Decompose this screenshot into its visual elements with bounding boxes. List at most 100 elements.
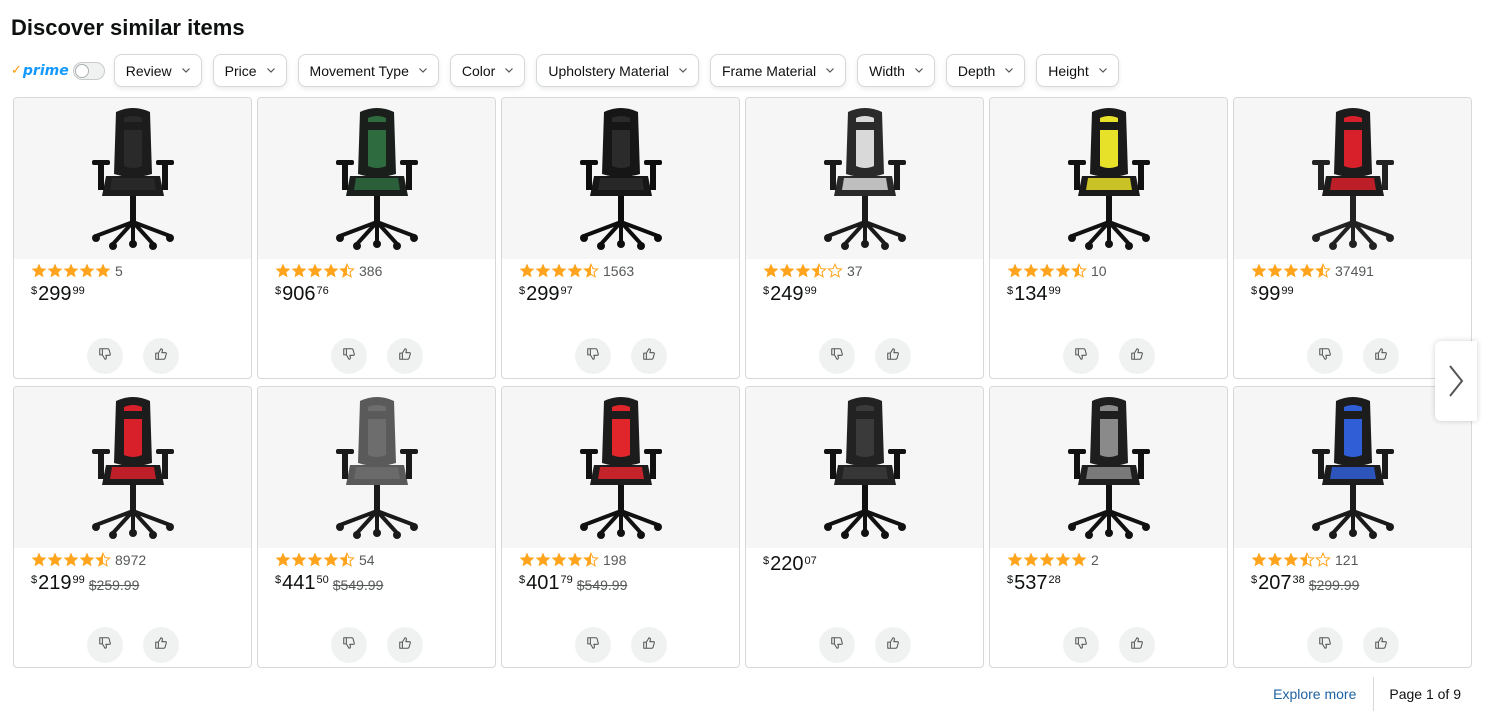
thumbs-down-button[interactable] xyxy=(330,627,367,663)
product-card[interactable]: 37491 $99 99 xyxy=(1233,97,1472,379)
rating-row[interactable]: 54 xyxy=(275,551,495,568)
rating-row[interactable]: 37 xyxy=(763,262,983,279)
filter-depth[interactable]: Depth xyxy=(945,54,1026,87)
filter-label: Price xyxy=(224,62,257,79)
thumbs-up-button[interactable] xyxy=(630,627,667,663)
price: $220 07 xyxy=(763,553,983,577)
thumbs-down-button[interactable] xyxy=(1306,627,1343,663)
rating-row[interactable]: 1563 xyxy=(519,262,739,279)
next-page-button[interactable] xyxy=(1435,341,1477,421)
thumbs-down-button[interactable] xyxy=(1062,627,1099,663)
chevron-down-icon xyxy=(1004,66,1014,76)
rating-row[interactable]: 2 xyxy=(1007,551,1227,568)
thumbs-down-button[interactable] xyxy=(574,338,611,374)
thumbs-up-button[interactable] xyxy=(630,338,667,374)
product-card[interactable]: 198 $401 79 $549.99 xyxy=(501,386,740,668)
thumbs-up-button[interactable] xyxy=(1362,627,1399,663)
price-whole: 99 xyxy=(1258,283,1281,305)
product-card[interactable]: 5 $299 99 xyxy=(13,97,252,379)
product-card[interactable]: 37 $249 99 xyxy=(745,97,984,379)
thumbs-up-button[interactable] xyxy=(1362,338,1399,374)
product-image[interactable] xyxy=(502,387,739,548)
thumbs-up-button[interactable] xyxy=(386,627,423,663)
filter-label: Frame Material xyxy=(721,62,817,79)
feedback-actions xyxy=(258,338,495,374)
filter-label: Depth xyxy=(957,62,996,79)
rating-row[interactable]: 386 xyxy=(275,262,495,279)
product-image[interactable] xyxy=(746,387,983,548)
feedback-actions xyxy=(746,627,983,663)
thumbs-down-button[interactable] xyxy=(330,338,367,374)
product-card[interactable]: 54 $441 50 $549.99 xyxy=(257,386,496,668)
list-price: $299.99 xyxy=(1308,577,1360,593)
thumbs-down-icon xyxy=(1074,636,1088,655)
product-image[interactable] xyxy=(1234,98,1471,259)
filter-movement-type[interactable]: Movement Type xyxy=(297,54,439,87)
product-meta: 37491 $99 99 xyxy=(1234,259,1471,307)
thumbs-up-button[interactable] xyxy=(874,338,911,374)
thumbs-up-icon xyxy=(1130,347,1144,366)
price-whole: 537 xyxy=(1014,572,1048,594)
thumbs-up-button[interactable] xyxy=(874,627,911,663)
rating-row[interactable]: 5 xyxy=(31,262,251,279)
thumbs-up-button[interactable] xyxy=(142,627,179,663)
filter-width[interactable]: Width xyxy=(857,54,935,87)
prime-filter[interactable]: ✓ prime xyxy=(11,61,105,80)
thumbs-down-button[interactable] xyxy=(818,338,855,374)
rating-row[interactable]: 37491 xyxy=(1251,262,1471,279)
product-card[interactable]: 121 $207 38 $299.99 xyxy=(1233,386,1472,668)
section-title: Discover similar items xyxy=(11,15,245,40)
filter-frame-material[interactable]: Frame Material xyxy=(709,54,847,87)
thumbs-down-button[interactable] xyxy=(574,627,611,663)
thumbs-down-button[interactable] xyxy=(1062,338,1099,374)
product-card[interactable]: 386 $906 76 xyxy=(257,97,496,379)
product-image[interactable] xyxy=(502,98,739,259)
product-card[interactable]: 1563 $299 97 xyxy=(501,97,740,379)
thumbs-down-button[interactable] xyxy=(86,627,123,663)
thumbs-down-button[interactable] xyxy=(818,627,855,663)
star-rating-icon xyxy=(1007,262,1087,279)
product-card[interactable]: 2 $537 28 xyxy=(989,386,1228,668)
thumbs-up-icon xyxy=(398,636,412,655)
star-rating-icon xyxy=(763,262,843,279)
rating-row[interactable]: 198 xyxy=(519,551,739,568)
star-rating-icon xyxy=(519,262,599,279)
product-image[interactable] xyxy=(14,387,251,548)
filter-color[interactable]: Color xyxy=(449,54,526,87)
feedback-actions xyxy=(258,627,495,663)
review-count: 121 xyxy=(1335,551,1359,568)
thumbs-up-button[interactable] xyxy=(1118,627,1155,663)
thumbs-down-button[interactable] xyxy=(86,338,123,374)
thumbs-up-icon xyxy=(642,347,656,366)
product-image[interactable] xyxy=(14,98,251,259)
product-meta: 37 $249 99 xyxy=(746,259,983,307)
thumbs-up-button[interactable] xyxy=(142,338,179,374)
rating-row[interactable]: 8972 xyxy=(31,551,251,568)
price-fraction: 99 xyxy=(1048,285,1061,297)
product-image[interactable] xyxy=(746,98,983,259)
product-image[interactable] xyxy=(258,98,495,259)
filter-price[interactable]: Price xyxy=(212,54,287,87)
product-card[interactable]: 10 $134 99 xyxy=(989,97,1228,379)
price-fraction: 99 xyxy=(72,285,85,297)
rating-row[interactable]: 10 xyxy=(1007,262,1227,279)
filter-review[interactable]: Review xyxy=(113,54,202,87)
price: $99 99 xyxy=(1251,283,1471,307)
product-image[interactable] xyxy=(990,98,1227,259)
product-card[interactable]: 8972 $219 99 $259.99 xyxy=(13,386,252,668)
prime-toggle[interactable] xyxy=(72,61,105,80)
product-image[interactable] xyxy=(258,387,495,548)
filter-height[interactable]: Height xyxy=(1036,54,1119,87)
thumbs-up-button[interactable] xyxy=(386,338,423,374)
chevron-right-icon xyxy=(1449,365,1464,397)
product-card[interactable]: $220 07 xyxy=(745,386,984,668)
rating-row[interactable]: 121 xyxy=(1251,551,1471,568)
product-image[interactable] xyxy=(990,387,1227,548)
thumbs-up-button[interactable] xyxy=(1118,338,1155,374)
filter-label: Movement Type xyxy=(309,62,409,79)
filter-upholstery-material[interactable]: Upholstery Material xyxy=(536,54,699,87)
explore-more-link[interactable]: Explore more xyxy=(1273,686,1373,702)
review-count: 198 xyxy=(603,551,627,568)
thumbs-down-button[interactable] xyxy=(1306,338,1343,374)
price-symbol: $ xyxy=(31,574,38,586)
